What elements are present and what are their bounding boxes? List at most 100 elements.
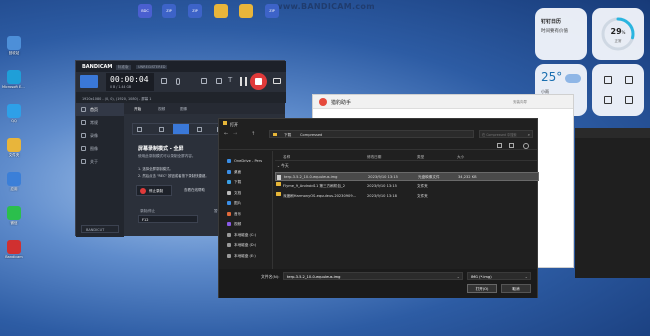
bandicut-footer[interactable]: BANDICUT bbox=[81, 225, 119, 233]
search-box[interactable]: ⌕ bbox=[479, 130, 533, 138]
sidebar-nav-item[interactable]: 本地磁盘 (C:) bbox=[227, 231, 271, 239]
tab-video[interactable]: 视频 bbox=[158, 107, 165, 112]
mic-icon[interactable] bbox=[176, 78, 180, 85]
desktop-icon-folder-b[interactable] bbox=[234, 4, 258, 18]
file-size: 34,232 KB bbox=[458, 175, 477, 179]
calendar-widget[interactable]: 钉钉日历 时间要有价值 bbox=[535, 8, 587, 60]
expand-icon[interactable] bbox=[625, 76, 633, 84]
desktop-icon-qq[interactable]: QQ bbox=[2, 104, 26, 123]
screen-mode-icon[interactable] bbox=[80, 75, 98, 88]
address-part-compressed[interactable]: Compressed bbox=[300, 133, 322, 137]
mode-window-icon[interactable] bbox=[197, 127, 202, 132]
step-1: 1. 选择全屏录制模式。 bbox=[138, 167, 173, 171]
hotkey-field[interactable]: F12 bbox=[138, 215, 198, 223]
column-size[interactable]: 大小 bbox=[457, 155, 464, 160]
sidebar-nav-item[interactable]: 文档 bbox=[227, 189, 271, 197]
filename-field[interactable]: terp-3.5.2_10-0-equuleus.img ⌄ bbox=[283, 272, 463, 280]
pause-icon[interactable] bbox=[240, 77, 247, 86]
bandicam-nav-item[interactable]: 常规 bbox=[76, 116, 124, 129]
sidebar-nav-item[interactable]: 视频 bbox=[227, 220, 271, 228]
stop-recording-button[interactable]: 停止录制 bbox=[136, 185, 172, 196]
search-input[interactable] bbox=[482, 132, 524, 137]
search-icon: ⌕ bbox=[527, 131, 530, 137]
bandicam-nav-item[interactable]: 图像 bbox=[76, 142, 124, 155]
sidebar-nav-item[interactable]: 下载 bbox=[227, 178, 271, 186]
open-button[interactable]: 打开(O) bbox=[467, 284, 497, 293]
chevron-down-icon: ⌄ bbox=[524, 273, 528, 279]
sidebar-nav-item[interactable]: 本地磁盘 (E:) bbox=[227, 252, 271, 260]
up-arrow-icon[interactable]: ↑ bbox=[251, 131, 255, 137]
mode-back-icon[interactable] bbox=[137, 127, 142, 132]
address-bar[interactable]: 下载 Compressed bbox=[269, 130, 474, 138]
camera-icon[interactable] bbox=[273, 78, 281, 84]
bandicam-nav-item[interactable]: 关于 bbox=[76, 155, 124, 168]
desktop-icon-folder-a[interactable] bbox=[209, 4, 233, 18]
desktop-icon-bdc[interactable]: BDC bbox=[133, 4, 157, 18]
sidebar-nav-item[interactable]: 图片 bbox=[227, 199, 271, 207]
bandicam-tabs: 开始 视频 图像 bbox=[124, 103, 285, 114]
column-name[interactable]: 名称 bbox=[283, 155, 290, 160]
tab-image[interactable]: 图像 bbox=[180, 107, 187, 112]
pen-icon[interactable] bbox=[216, 78, 222, 84]
desktop-icon-edge[interactable]: Microsoft Edge bbox=[2, 70, 26, 89]
browser-tab-extra[interactable]: 安装向导 bbox=[513, 100, 527, 105]
view-options-icon[interactable] bbox=[497, 143, 502, 148]
wechat-icon bbox=[7, 206, 21, 220]
calendar-line2: 时间要有价值 bbox=[541, 29, 568, 34]
disc-image-icon bbox=[277, 175, 281, 180]
address-part-downloads[interactable]: 下载 bbox=[284, 133, 291, 138]
preview-pane-icon[interactable] bbox=[509, 143, 514, 148]
file-row[interactable]: Flyme_9_Android11 第三方刷机包_2 2023/9/10 13:1… bbox=[275, 182, 539, 191]
sidebar-nav-item-icon bbox=[227, 190, 231, 195]
cancel-button[interactable]: 取消 bbox=[501, 284, 531, 293]
dialog-titlebar: 打开 bbox=[219, 119, 537, 128]
filetype-select[interactable]: IMG (*.img) ⌄ bbox=[467, 272, 531, 280]
forward-arrow-icon[interactable]: → bbox=[233, 131, 237, 137]
video-icon[interactable] bbox=[625, 96, 633, 104]
tab-start[interactable]: 开始 bbox=[134, 107, 141, 112]
speaker-icon[interactable] bbox=[201, 78, 207, 84]
webcam-icon[interactable] bbox=[161, 78, 167, 84]
mode-description: 使用此录制模式可以录制全屏内容。 bbox=[138, 154, 196, 158]
nav-item-icon bbox=[81, 120, 86, 125]
file-date: 2023/9/10 13:15 bbox=[367, 184, 397, 188]
column-type[interactable]: 类型 bbox=[417, 155, 424, 160]
file-row[interactable]: terp-3.5.2_10-0-equuleus.img 2023/9/10 13… bbox=[275, 172, 539, 181]
sidebar-nav-item[interactable]: OneDrive - Pers bbox=[227, 157, 271, 165]
text-tool-icon[interactable]: T bbox=[228, 76, 232, 84]
mode-fullscreen-icon[interactable] bbox=[173, 124, 189, 134]
desktop-icon-label: 文件夹 bbox=[8, 153, 20, 157]
desktop-icon-recycle-bin[interactable]: 回收站 bbox=[2, 36, 26, 56]
file-name: Flyme_9_Android11 第三方刷机包_2 bbox=[283, 184, 346, 188]
desktop-icon-label: 回收站 bbox=[8, 51, 20, 55]
nav-item-label: 关于 bbox=[90, 159, 98, 164]
bandicam-nav-item[interactable]: 录像 bbox=[76, 129, 124, 142]
desktop-icon-zip-1[interactable]: ZIP bbox=[157, 4, 181, 18]
stop-record-button[interactable] bbox=[250, 73, 267, 90]
desktop-icon-wechat[interactable]: 微信 bbox=[2, 206, 26, 226]
desktop-icon-app-store[interactable]: 应用 bbox=[2, 172, 26, 192]
sidebar-nav-item[interactable]: 桌面 bbox=[227, 168, 271, 176]
sidebar-nav-item[interactable]: 音乐 bbox=[227, 210, 271, 218]
bandicam-nav-item[interactable]: 首页 bbox=[76, 103, 124, 116]
column-header: 名称 修改日期 类型 大小 bbox=[275, 152, 537, 161]
scan-icon[interactable] bbox=[604, 96, 612, 104]
chevron-down-icon[interactable]: ⌄ bbox=[457, 274, 460, 279]
desktop-icon-bandicam[interactable]: Bandicam bbox=[2, 240, 26, 259]
desktop-icon-zip-2[interactable]: ZIP bbox=[183, 4, 207, 18]
mode-rect-icon[interactable] bbox=[159, 127, 164, 132]
back-arrow-icon[interactable]: ← bbox=[224, 131, 228, 137]
quick-actions-widget bbox=[592, 64, 644, 116]
desktop-icon-zip-3[interactable]: ZIP bbox=[260, 4, 284, 18]
desktop-icon-folder[interactable]: 文件夹 bbox=[2, 138, 26, 158]
group-header[interactable]: ⌄ 今天 bbox=[277, 163, 289, 171]
sidebar-nav-item[interactable]: 本地磁盘 (D:) bbox=[227, 241, 271, 249]
help-icon[interactable] bbox=[523, 142, 529, 149]
file-row[interactable]: 深度刷HarmonyOS-equuleus-20230909... 2023/9/… bbox=[275, 192, 539, 201]
battery-widget[interactable]: 29% 正常 bbox=[592, 8, 644, 60]
browser-tab-title[interactable]: 猎豹助手 bbox=[331, 99, 351, 106]
edit-icon[interactable] bbox=[604, 76, 612, 84]
column-date[interactable]: 修改日期 bbox=[367, 155, 381, 160]
dialog-address-row: ← → ↑ 下载 Compressed ⌕ bbox=[219, 129, 537, 140]
online-help-link[interactable]: 查看在线帮助 bbox=[184, 188, 205, 193]
